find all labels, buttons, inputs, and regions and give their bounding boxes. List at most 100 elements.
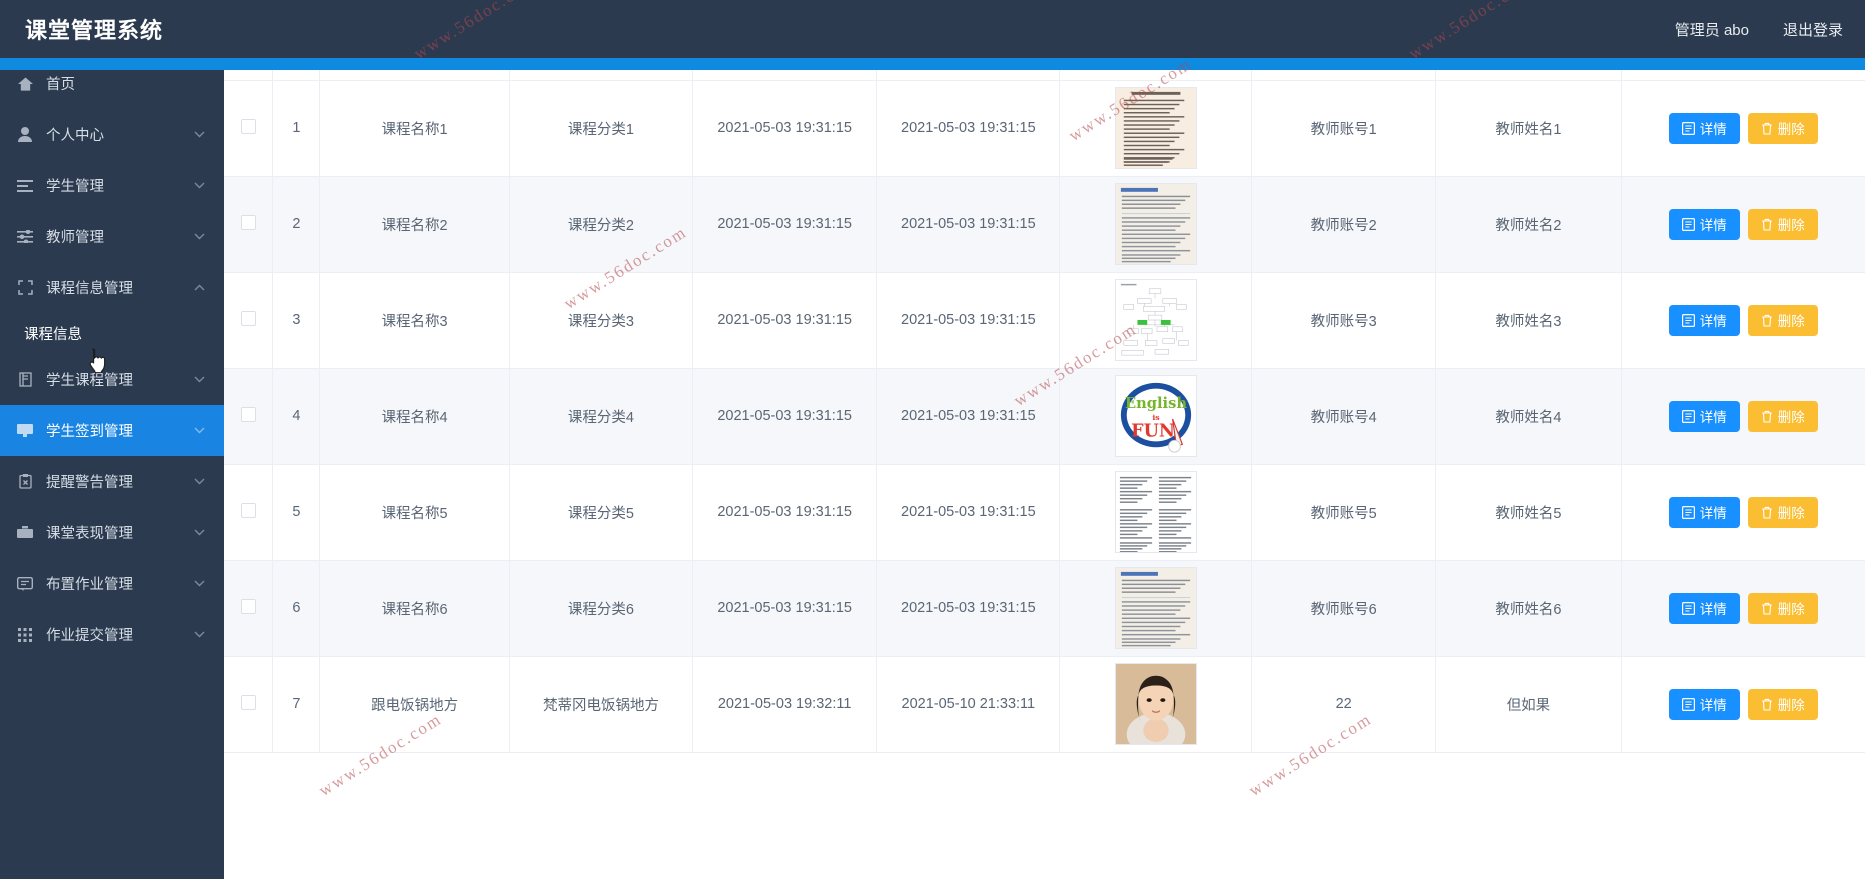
course-category: 课程分类5 bbox=[509, 464, 694, 561]
table-header-stub bbox=[224, 70, 1865, 81]
trash-icon bbox=[1761, 122, 1773, 135]
course-cover-thumbnail[interactable] bbox=[1114, 663, 1197, 745]
table-row[interactable]: 2 课程名称2 课程分类2 2021-05-03 19:31:15 2021-05-03… bbox=[224, 176, 1865, 273]
svg-text:FUN: FUN bbox=[1131, 421, 1175, 441]
sidebar-label: 课堂表现管理 bbox=[46, 526, 133, 542]
document-icon bbox=[1681, 697, 1695, 711]
table-row[interactable]: 5 课程名称5 课程分类5 2021-05-03 19:31:15 2021-05-03… bbox=[224, 464, 1865, 561]
row-checkbox[interactable] bbox=[240, 214, 256, 230]
detail-button[interactable]: 详情 bbox=[1668, 208, 1740, 240]
logout-button[interactable]: 退出登录 bbox=[1783, 19, 1843, 40]
sidebar-label: 学生签到管理 bbox=[46, 424, 133, 440]
sidebar-subitem-course-info[interactable]: 课程信息 bbox=[0, 313, 224, 354]
sidebar-item-classroom-performance-management[interactable]: 课堂表现管理 bbox=[0, 507, 224, 558]
sidebar-item-student-management[interactable]: 学生管理 bbox=[0, 160, 224, 211]
row-operations: 详情 删除 bbox=[1628, 688, 1859, 720]
chevron-down-icon bbox=[188, 233, 210, 240]
course-cover-cell[interactable] bbox=[1059, 80, 1253, 177]
document-icon bbox=[1681, 601, 1695, 615]
create-time: 2021-05-03 19:31:15 bbox=[692, 560, 878, 657]
row-operations: 详情 删除 bbox=[1628, 496, 1859, 528]
detail-button[interactable]: 详情 bbox=[1668, 112, 1740, 144]
course-cover-cell[interactable]: English is FUN bbox=[1059, 368, 1253, 465]
sidebar-item-teacher-management[interactable]: 教师管理 bbox=[0, 211, 224, 262]
delete-button-label: 删除 bbox=[1777, 218, 1805, 233]
delete-button[interactable]: 删除 bbox=[1747, 112, 1818, 144]
update-time: 2021-05-03 19:31:15 bbox=[876, 176, 1061, 273]
course-category: 课程分类1 bbox=[509, 80, 694, 177]
sidebar-item-personal-center[interactable]: 个人中心 bbox=[0, 109, 224, 160]
sidebar-item-reminder-warning-management[interactable]: 提醒警告管理 bbox=[0, 456, 224, 507]
course-cover-cell[interactable] bbox=[1059, 176, 1253, 273]
sidebar-item-homework-submit-management[interactable]: 作业提交管理 bbox=[0, 609, 224, 660]
detail-button-label: 详情 bbox=[1699, 314, 1727, 329]
row-index: 2 bbox=[272, 176, 321, 273]
chevron-down-icon bbox=[188, 529, 210, 536]
sidebar-item-student-signin-management[interactable]: 学生签到管理 bbox=[0, 405, 224, 456]
row-checkbox[interactable] bbox=[240, 694, 256, 710]
course-cover-thumbnail[interactable] bbox=[1114, 567, 1197, 649]
table-row[interactable]: 7 跟电饭锅地方 梵蒂冈电饭锅地方 2021-05-03 19:32:11 2021-0… bbox=[224, 656, 1865, 753]
row-checkbox[interactable] bbox=[240, 118, 256, 134]
table-row[interactable]: 3 课程名称3 课程分类3 2021-05-03 19:31:15 2021-05-03… bbox=[224, 272, 1865, 369]
detail-button[interactable]: 详情 bbox=[1668, 496, 1740, 528]
sidebar-item-assign-homework-management[interactable]: 布置作业管理 bbox=[0, 558, 224, 609]
row-index: 3 bbox=[272, 272, 321, 369]
course-table-panel: 1 课程名称1 课程分类1 2021-05-03 19:31:15 2021-05-03… bbox=[224, 70, 1865, 879]
row-checkbox-cell[interactable] bbox=[224, 560, 274, 657]
row-checkbox[interactable] bbox=[240, 502, 256, 518]
table-row[interactable]: 6 课程名称6 课程分类6 2021-05-03 19:31:15 2021-05-03… bbox=[224, 560, 1865, 657]
update-time: 2021-05-03 19:31:15 bbox=[876, 464, 1061, 561]
sidebar-item-student-course-management[interactable]: 学生课程管理 bbox=[0, 354, 224, 405]
course-cover-cell[interactable] bbox=[1059, 560, 1253, 657]
detail-button[interactable]: 详情 bbox=[1668, 304, 1740, 336]
detail-button[interactable]: 详情 bbox=[1668, 688, 1740, 720]
update-time: 2021-05-03 19:31:15 bbox=[876, 272, 1061, 369]
row-checkbox[interactable] bbox=[240, 406, 256, 422]
course-cover-cell[interactable] bbox=[1059, 464, 1253, 561]
table-row[interactable]: 4 课程名称4 课程分类4 2021-05-03 19:31:15 2021-05-03… bbox=[224, 368, 1865, 465]
sidebar-label: 提醒警告管理 bbox=[46, 475, 133, 491]
teacher-name: 教师姓名5 bbox=[1435, 464, 1622, 561]
create-time: 2021-05-03 19:32:11 bbox=[692, 656, 878, 753]
delete-button[interactable]: 删除 bbox=[1747, 592, 1818, 624]
row-checkbox[interactable] bbox=[240, 598, 256, 614]
detail-button[interactable]: 详情 bbox=[1668, 400, 1740, 432]
teacher-name: 教师姓名2 bbox=[1435, 176, 1622, 273]
teacher-account: 教师账号1 bbox=[1251, 80, 1437, 177]
row-checkbox-cell[interactable] bbox=[224, 80, 274, 177]
row-checkbox-cell[interactable] bbox=[224, 368, 274, 465]
row-checkbox-cell[interactable] bbox=[224, 656, 274, 753]
sidebar-label: 个人中心 bbox=[46, 128, 104, 144]
delete-button[interactable]: 删除 bbox=[1747, 496, 1818, 528]
delete-button[interactable]: 删除 bbox=[1747, 400, 1818, 432]
course-cover-thumbnail[interactable] bbox=[1114, 183, 1197, 265]
chevron-down-icon bbox=[188, 131, 210, 138]
row-checkbox-cell[interactable] bbox=[224, 272, 274, 369]
row-checkbox-cell[interactable] bbox=[224, 176, 274, 273]
course-cover-thumbnail[interactable]: English is FUN bbox=[1114, 375, 1197, 457]
chevron-down-icon bbox=[188, 478, 210, 485]
course-cover-thumbnail[interactable] bbox=[1114, 471, 1197, 553]
course-cover-thumbnail[interactable] bbox=[1114, 279, 1197, 361]
table-row[interactable]: 1 课程名称1 课程分类1 2021-05-03 19:31:15 2021-05-03… bbox=[224, 80, 1865, 177]
delete-button[interactable]: 删除 bbox=[1747, 208, 1818, 240]
delete-button[interactable]: 删除 bbox=[1747, 304, 1818, 336]
chevron-down-icon bbox=[188, 376, 210, 383]
course-cover-thumbnail[interactable] bbox=[1114, 87, 1197, 169]
document-icon bbox=[1681, 409, 1695, 423]
detail-button[interactable]: 详情 bbox=[1668, 592, 1740, 624]
trash-icon bbox=[1761, 218, 1773, 231]
course-cover-cell[interactable] bbox=[1059, 272, 1253, 369]
row-operations-cell: 详情 删除 bbox=[1621, 176, 1865, 273]
delete-button[interactable]: 删除 bbox=[1747, 688, 1818, 720]
row-index: 6 bbox=[272, 560, 321, 657]
teacher-name: 但如果 bbox=[1435, 656, 1622, 753]
row-checkbox[interactable] bbox=[240, 310, 256, 326]
row-checkbox-cell[interactable] bbox=[224, 464, 274, 561]
course-cover-cell[interactable] bbox=[1059, 656, 1253, 753]
admin-user-label: 管理员 abo bbox=[1674, 21, 1749, 39]
teacher-name: 教师姓名4 bbox=[1435, 368, 1622, 465]
sidebar-item-course-info-management[interactable]: 课程信息管理 bbox=[0, 262, 224, 313]
course-name: 课程名称6 bbox=[319, 560, 510, 657]
